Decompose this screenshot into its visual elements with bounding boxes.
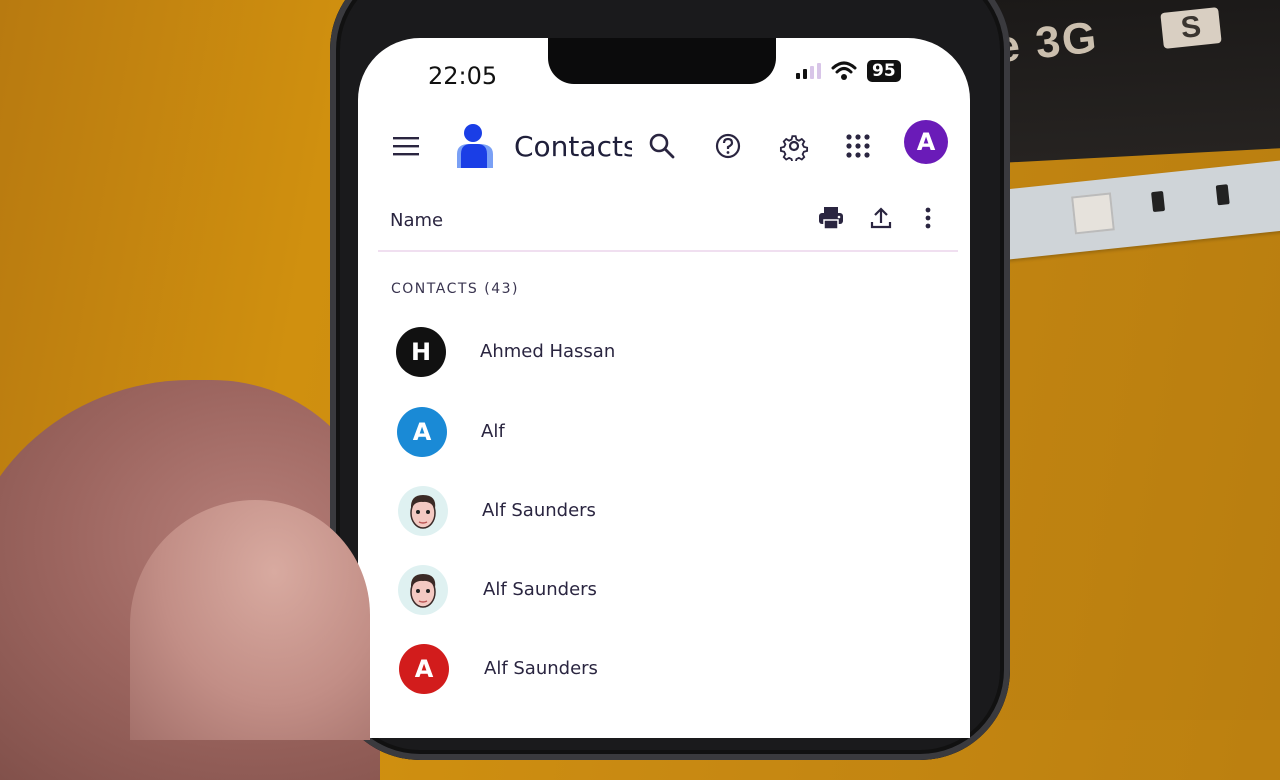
battery-indicator: 95 [867,60,901,82]
contact-row[interactable]: A Alf [358,393,970,471]
contact-avatar [398,565,448,615]
wifi-icon [831,61,857,80]
memoji-avatar-icon [410,574,436,608]
app-bar: Contacts A [358,120,970,176]
background-led-strip [1000,159,1280,260]
print-button[interactable] [813,200,849,236]
thumb [130,500,370,740]
apps-button[interactable] [838,126,878,166]
contacts-logo [452,122,496,170]
status-indicators: 95 [796,60,901,82]
status-time: 22:05 [428,62,498,90]
apps-grid-icon [846,134,870,158]
resistor [1151,190,1166,213]
contact-avatar: H [396,327,446,377]
help-button[interactable] [708,126,748,166]
notch [548,38,776,84]
contact-row[interactable]: H Ahmed Hassan [358,313,970,391]
print-icon [819,207,843,230]
account-avatar-button[interactable]: A [904,120,948,164]
menu-button[interactable] [388,128,424,164]
contact-name: Alf Saunders [484,658,598,679]
contact-name: Alf [481,421,505,442]
contacts-count-label: CONTACTS (43) [391,281,519,297]
more-options-button[interactable] [913,200,943,236]
export-button[interactable] [863,200,899,236]
more-vert-icon [925,207,931,229]
avatar-initial: A [414,655,434,683]
contact-name: Ahmed Hassan [480,341,616,362]
list-header: Name [358,198,970,250]
contact-avatar: A [399,644,449,694]
avatar-initial: A [412,418,432,446]
contact-row[interactable]: Alf Saunders [358,551,970,629]
column-name-header[interactable]: Name [390,210,443,231]
header-divider [378,250,958,252]
contact-avatar [398,486,448,536]
background-box-badge: S [1160,7,1222,49]
search-icon [649,133,675,159]
contact-name: Alf Saunders [482,500,596,521]
search-button[interactable] [642,126,682,166]
hamburger-menu-icon [393,137,419,156]
avatar-initial: H [410,338,432,366]
resistor [1215,184,1230,206]
contact-name: Alf Saunders [483,579,597,600]
signal-icon [796,63,821,79]
settings-button[interactable] [774,126,814,166]
led-chip [1071,192,1115,235]
help-icon [715,133,741,159]
memoji-avatar-icon [410,495,436,529]
contact-row[interactable]: A Alf Saunders [358,630,970,708]
contacts-person-icon [457,124,493,168]
upload-icon [870,207,892,229]
phone-screen: 22:05 95 Contacts A Name CONTACTS (43) H… [358,38,970,738]
contact-row[interactable]: Alf Saunders [358,472,970,550]
contact-avatar: A [397,407,447,457]
app-title: Contacts [514,130,632,163]
gear-icon [779,135,809,161]
